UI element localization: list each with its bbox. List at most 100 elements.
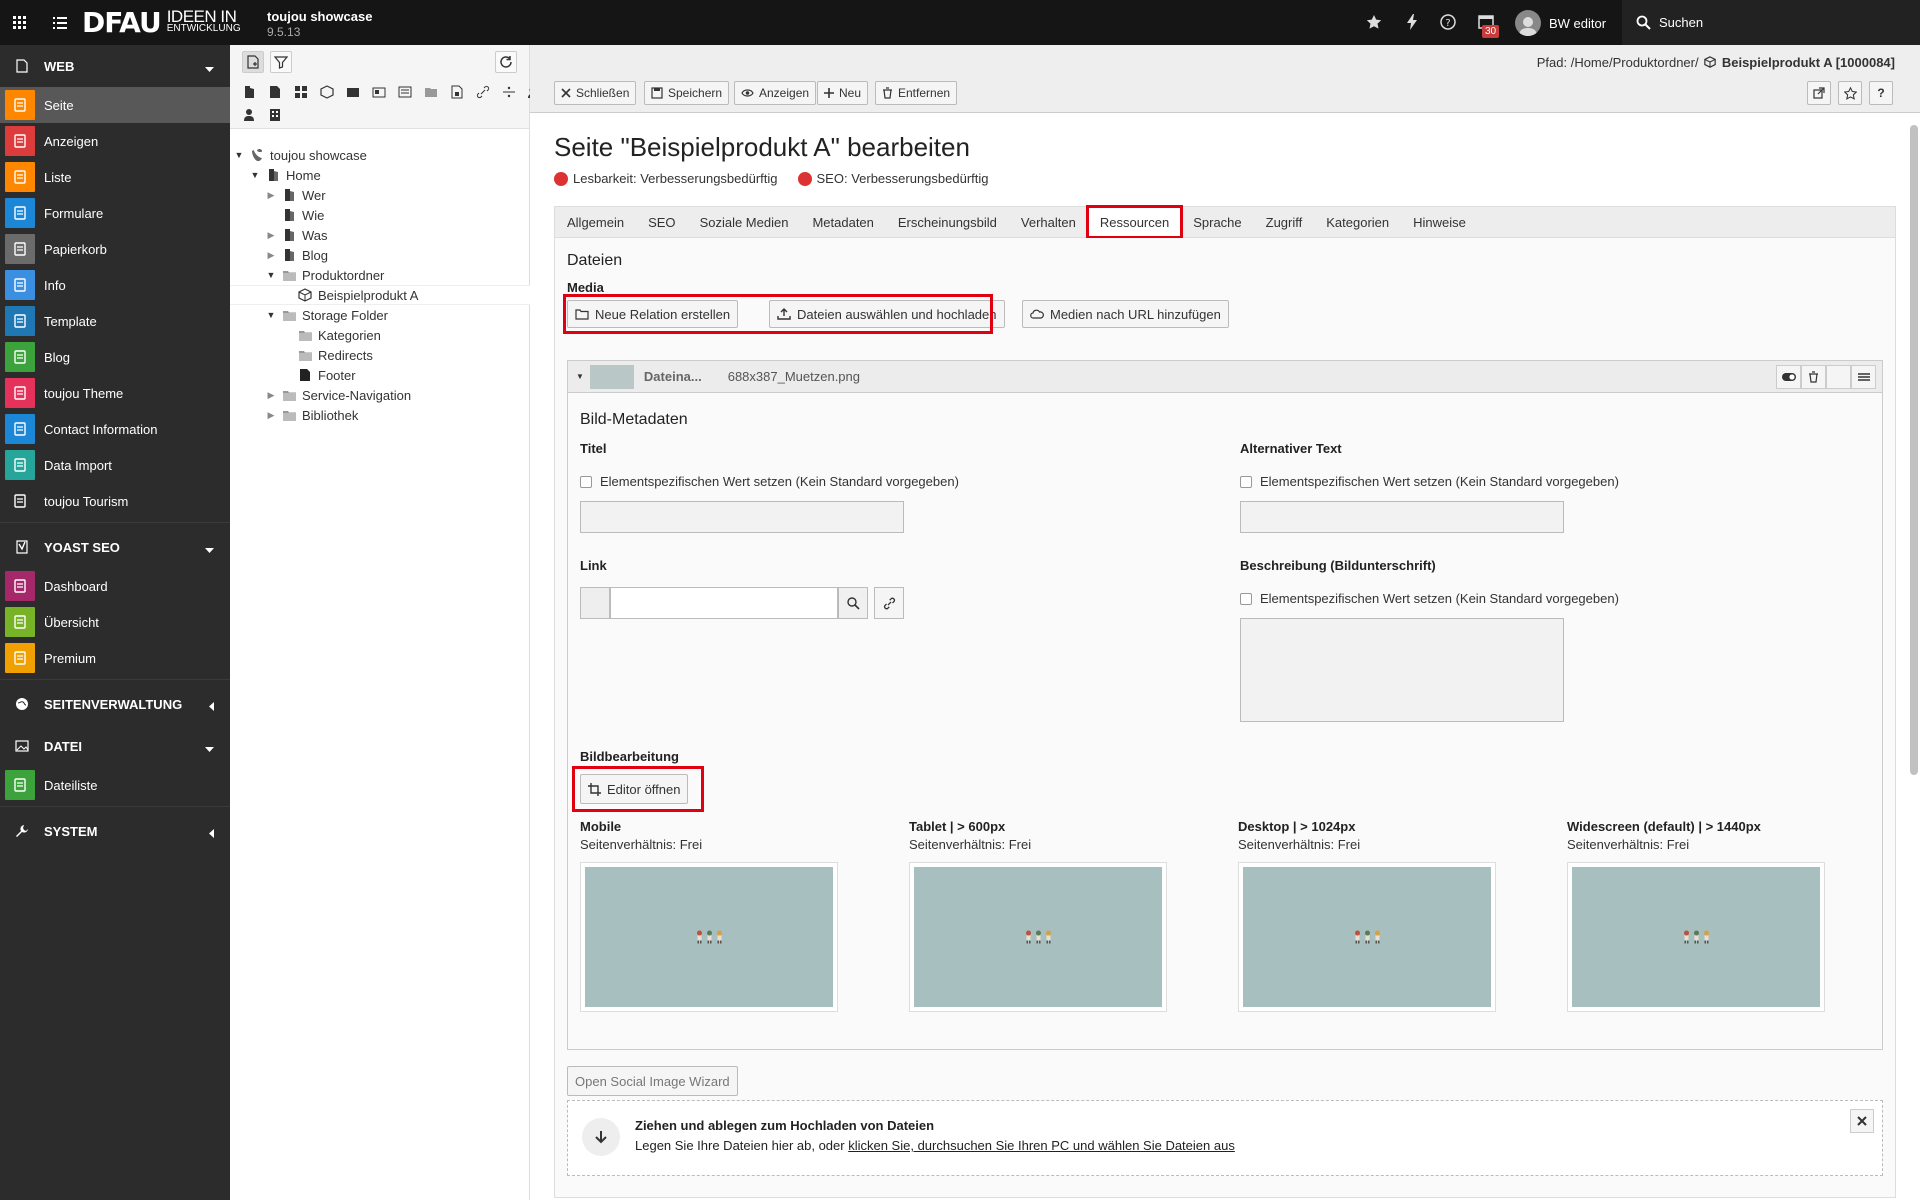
doktype-user-icon[interactable]	[238, 106, 259, 124]
doktype-separator-icon[interactable]	[498, 83, 519, 101]
tab-kategorien[interactable]: Kategorien	[1314, 207, 1401, 237]
checkbox[interactable]	[1240, 592, 1252, 605]
open-new-window-icon[interactable]	[1807, 81, 1831, 105]
refresh-icon[interactable]	[495, 51, 517, 73]
description-textarea[interactable]	[1240, 618, 1564, 722]
checkbox[interactable]	[580, 475, 592, 488]
tree-node[interactable]: ▼ toujou showcase	[230, 145, 530, 165]
module-group-system[interactable]: SYSTEM	[0, 810, 230, 852]
tree-node[interactable]: ▼ Home	[230, 165, 530, 185]
doktype-page-icon[interactable]	[264, 83, 285, 101]
doktype-folder-icon[interactable]	[420, 83, 441, 101]
doktype-list-icon[interactable]	[394, 83, 415, 101]
tree-toggle-icon[interactable]	[40, 0, 80, 45]
module-item-liste[interactable]: Liste	[0, 159, 230, 195]
expand-arrow-icon[interactable]: ▶	[266, 250, 276, 261]
drag-handle-icon[interactable]	[1851, 365, 1876, 389]
module-item-übersicht[interactable]: Übersicht	[0, 604, 230, 640]
title-input[interactable]	[580, 501, 904, 533]
module-item-papierkorb[interactable]: Papierkorb	[0, 231, 230, 267]
link-icon[interactable]	[874, 587, 904, 619]
expand-arrow-icon[interactable]: ▶	[266, 190, 276, 201]
tab-verhalten[interactable]: Verhalten	[1009, 207, 1088, 237]
module-item-premium[interactable]: Premium	[0, 640, 230, 676]
collapse-arrow-icon[interactable]: ▼	[266, 270, 276, 280]
new-page-icon[interactable]	[242, 51, 264, 73]
drop-zone[interactable]: Ziehen und ablegen zum Hochladen von Dat…	[567, 1100, 1883, 1176]
alt-text-input[interactable]	[1240, 501, 1564, 533]
module-item-toujou-theme[interactable]: toujou Theme	[0, 375, 230, 411]
module-item-template[interactable]: Template	[0, 303, 230, 339]
save-button[interactable]: Speichern	[644, 81, 730, 105]
delete-button[interactable]: Entfernen	[875, 81, 958, 105]
link-browser-icon[interactable]	[838, 587, 868, 619]
doktype-product-icon[interactable]	[316, 83, 337, 101]
tab-zugriff[interactable]: Zugriff	[1254, 207, 1315, 237]
search-button[interactable]: Suchen	[1622, 0, 1920, 45]
title-override-checkbox[interactable]: Elementspezifischen Wert setzen (Kein St…	[580, 474, 959, 489]
tab-seo[interactable]: SEO	[636, 207, 687, 237]
tab-erscheinungsbild[interactable]: Erscheinungsbild	[886, 207, 1009, 237]
tree-node[interactable]: ▶ Bibliothek	[230, 405, 530, 425]
tree-node[interactable]: Footer	[230, 365, 530, 385]
module-item-info[interactable]: Info	[0, 267, 230, 303]
module-group-seitenverwaltung[interactable]: SEITENVERWALTUNG	[0, 683, 230, 725]
module-item-formulare[interactable]: Formulare	[0, 195, 230, 231]
module-item-data-import[interactable]: Data Import	[0, 447, 230, 483]
user-menu[interactable]: BW editor	[1515, 10, 1606, 36]
tree-node[interactable]: ▶ Was	[230, 225, 530, 245]
doktype-grid-icon[interactable]	[290, 83, 311, 101]
tree-node[interactable]: Kategorien	[230, 325, 530, 345]
module-item-anzeigen[interactable]: Anzeigen	[0, 123, 230, 159]
close-button[interactable]: Schließen	[554, 81, 637, 105]
collapse-caret-icon[interactable]: ▼	[576, 372, 584, 381]
module-item-dateiliste[interactable]: Dateiliste	[0, 767, 230, 803]
tab-sprache[interactable]: Sprache	[1181, 207, 1253, 237]
file-relation-header[interactable]: ▼ Dateina... 688x387_Muetzen.png	[568, 361, 1882, 393]
delete-relation-icon[interactable]	[1801, 365, 1826, 389]
tree-node[interactable]: Beispielprodukt A	[230, 285, 530, 305]
visibility-toggle-icon[interactable]	[1776, 365, 1801, 389]
collapse-arrow-icon[interactable]: ▼	[234, 150, 244, 160]
tree-node[interactable]: ▼ Storage Folder	[230, 305, 530, 325]
dropzone-browse-link[interactable]: klicken Sie, durchsuchen Sie Ihren PC un…	[848, 1138, 1235, 1153]
dropzone-close-icon[interactable]	[1850, 1109, 1874, 1133]
tab-ressourcen[interactable]: Ressourcen	[1085, 205, 1184, 239]
description-override-checkbox[interactable]: Elementspezifischen Wert setzen (Kein St…	[1240, 591, 1619, 606]
doktype-mount-icon[interactable]	[446, 83, 467, 101]
bookmark-star-icon[interactable]	[1364, 12, 1384, 32]
view-button[interactable]: Anzeigen	[734, 81, 817, 105]
module-grid-icon[interactable]	[0, 0, 40, 45]
alt-override-checkbox[interactable]: Elementspezifischen Wert setzen (Kein St…	[1240, 474, 1619, 489]
collapse-arrow-icon[interactable]: ▼	[266, 310, 276, 320]
module-group-web[interactable]: WEB	[0, 45, 230, 87]
tree-node[interactable]: Redirects	[230, 345, 530, 365]
tree-node[interactable]: ▶ Wer	[230, 185, 530, 205]
filter-icon[interactable]	[270, 51, 292, 73]
add-media-by-url-button[interactable]: Medien nach URL hinzufügen	[1022, 300, 1229, 328]
module-item-seite[interactable]: Seite	[0, 87, 230, 123]
expand-arrow-icon[interactable]: ▶	[266, 410, 276, 421]
new-button[interactable]: Neu	[817, 81, 869, 105]
expand-arrow-icon[interactable]: ▶	[266, 230, 276, 241]
tab-soziale-medien[interactable]: Soziale Medien	[688, 207, 801, 237]
expand-arrow-icon[interactable]: ▶	[266, 390, 276, 401]
tree-node[interactable]: ▼ Produktordner	[230, 265, 530, 285]
logo[interactable]: DFAU IDEEN IN ENTWICKLUNG	[82, 0, 241, 45]
social-image-wizard-button[interactable]: Open Social Image Wizard	[567, 1066, 738, 1096]
scrollbar[interactable]	[1910, 125, 1918, 775]
tree-node[interactable]: Wie	[230, 205, 530, 225]
module-group-yoast-seo[interactable]: YOAST SEO	[0, 526, 230, 568]
module-group-datei[interactable]: DATEI	[0, 725, 230, 767]
help-button[interactable]: ?	[1869, 81, 1893, 105]
flash-icon[interactable]	[1402, 12, 1422, 32]
help-icon[interactable]: ?	[1438, 12, 1458, 32]
tab-metadaten[interactable]: Metadaten	[800, 207, 885, 237]
doktype-link-icon[interactable]	[472, 83, 493, 101]
tree-node[interactable]: ▶ Blog	[230, 245, 530, 265]
doktype-news-icon[interactable]	[368, 83, 389, 101]
doktype-shortcut-icon[interactable]	[238, 83, 259, 101]
checkbox[interactable]	[1240, 475, 1252, 488]
bookmark-icon[interactable]	[1838, 81, 1862, 105]
breadcrumb-record[interactable]: Beispielprodukt A [1000084]	[1722, 55, 1895, 70]
